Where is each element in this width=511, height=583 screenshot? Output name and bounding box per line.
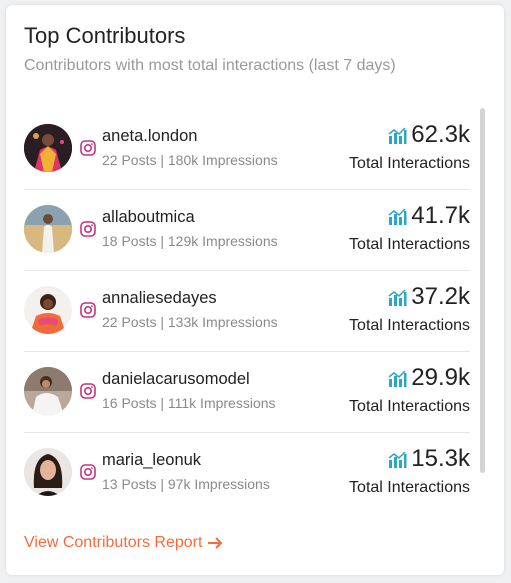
- bar-chart-icon: [388, 288, 407, 307]
- contributor-stats: 22 Posts | 133k Impressions: [102, 314, 278, 330]
- instagram-icon: [80, 383, 96, 399]
- bar-chart-icon: [388, 126, 407, 145]
- card-subtitle: Contributors with most total interaction…: [24, 57, 396, 74]
- contributor-row[interactable]: allaboutmica 18 Posts | 129k Impressions…: [24, 190, 470, 271]
- top-contributors-card: Top Contributors Contributors with most …: [6, 5, 504, 575]
- contributor-stats: 22 Posts | 180k Impressions: [102, 152, 278, 168]
- bar-chart-icon: [388, 369, 407, 388]
- contributor-username[interactable]: allaboutmica: [102, 208, 195, 227]
- interactions-label: Total Interactions: [349, 236, 470, 253]
- contributor-row[interactable]: maria_leonuk 13 Posts | 97k Impressions …: [24, 433, 470, 514]
- avatar[interactable]: [24, 205, 72, 253]
- interactions-value: 37.2k: [388, 283, 470, 311]
- contributor-username[interactable]: maria_leonuk: [102, 451, 201, 470]
- bar-chart-icon: [388, 450, 407, 469]
- card-title: Top Contributors: [24, 23, 186, 48]
- list-scrollbar[interactable]: [480, 108, 485, 473]
- instagram-icon: [80, 302, 96, 318]
- interactions-label: Total Interactions: [349, 398, 470, 415]
- avatar[interactable]: [24, 286, 72, 334]
- interactions-label: Total Interactions: [349, 317, 470, 334]
- contributor-stats: 16 Posts | 111k Impressions: [102, 395, 276, 411]
- instagram-icon: [80, 221, 96, 237]
- arrow-right-icon: [207, 536, 223, 550]
- interactions-number: 62.3k: [411, 121, 470, 148]
- interactions-value: 62.3k: [388, 121, 470, 149]
- contributor-stats: 13 Posts | 97k Impressions: [102, 476, 270, 492]
- interactions-value: 15.3k: [388, 445, 470, 473]
- avatar[interactable]: [24, 448, 72, 496]
- contributor-row[interactable]: annaliesedayes 22 Posts | 133k Impressio…: [24, 271, 470, 352]
- contributor-username[interactable]: danielacarusomodel: [102, 370, 250, 389]
- interactions-value: 29.9k: [388, 364, 470, 392]
- contributor-row[interactable]: danielacarusomodel 16 Posts | 111k Impre…: [24, 352, 470, 433]
- interactions-label: Total Interactions: [349, 155, 470, 172]
- contributor-username[interactable]: annaliesedayes: [102, 289, 217, 308]
- contributors-list: aneta.london 22 Posts | 180k Impressions…: [24, 109, 470, 514]
- interactions-value: 41.7k: [388, 202, 470, 230]
- interactions-number: 37.2k: [411, 283, 470, 310]
- avatar[interactable]: [24, 367, 72, 415]
- report-link-label: View Contributors Report: [24, 534, 203, 551]
- interactions-label: Total Interactions: [349, 479, 470, 496]
- instagram-icon: [80, 464, 96, 480]
- contributor-row[interactable]: aneta.london 22 Posts | 180k Impressions…: [24, 109, 470, 190]
- contributor-username[interactable]: aneta.london: [102, 127, 197, 146]
- bar-chart-icon: [388, 207, 407, 226]
- interactions-number: 41.7k: [411, 202, 470, 229]
- interactions-number: 15.3k: [411, 445, 470, 472]
- interactions-number: 29.9k: [411, 364, 470, 391]
- contributor-stats: 18 Posts | 129k Impressions: [102, 233, 278, 249]
- avatar[interactable]: [24, 124, 72, 172]
- view-contributors-report-link[interactable]: View Contributors Report: [24, 534, 223, 552]
- instagram-icon: [80, 140, 96, 156]
